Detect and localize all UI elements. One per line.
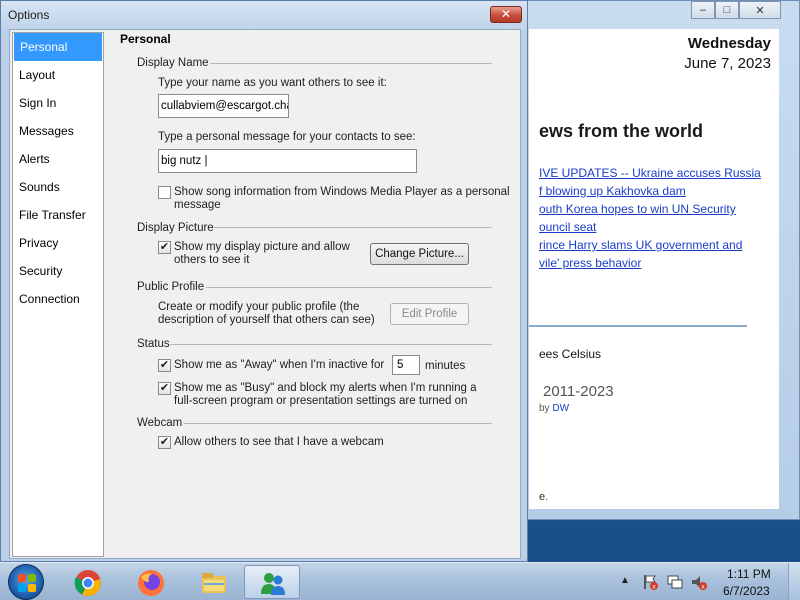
copyright-by-label: by — [539, 403, 550, 414]
options-body: Personal Layout Sign In Messages Alerts … — [9, 29, 521, 559]
news-link[interactable]: rince Harry slams UK government and — [539, 237, 769, 253]
news-heading: ews from the world — [539, 121, 704, 141]
taskbar-messenger[interactable] — [244, 565, 300, 599]
news-link[interactable]: f blowing up Kakhovka dam — [539, 183, 769, 199]
edit-profile-button[interactable]: Edit Profile — [390, 303, 469, 325]
away-label: Show me as "Away" when I'm inactive for — [174, 359, 385, 371]
section-divider — [210, 63, 492, 64]
copyright-link[interactable]: DW — [552, 403, 569, 414]
nav-item-sounds[interactable]: Sounds — [13, 173, 103, 201]
news-link[interactable]: outh Korea hopes to win UN Security — [539, 201, 769, 217]
taskbar: ▲ x x 1:11 PM 6/7/2023 — [0, 562, 800, 600]
trailing-text: e. — [539, 491, 549, 503]
song-info-line2: message — [174, 199, 221, 211]
personal-message-input[interactable]: big nutz | — [158, 149, 417, 173]
message-prompt: Type a personal message for your contact… — [158, 131, 416, 143]
busy-label: Show me as "Busy" and block my alerts wh… — [174, 382, 476, 408]
title-bar[interactable]: Options ✕ — [1, 1, 527, 29]
personal-panel: Personal Display Name Type your name as … — [114, 30, 520, 558]
away-minutes-input[interactable]: 5 — [392, 355, 420, 375]
section-divider — [214, 227, 492, 228]
close-button[interactable]: ✕ — [739, 1, 781, 19]
clock-date[interactable]: 6/7/2023 — [723, 584, 770, 598]
section-display-name: Display Name — [137, 57, 209, 69]
name-prompt: Type your name as you want others to see… — [158, 77, 387, 89]
news-links: IVE UPDATES -- Ukraine accuses Russia f … — [539, 165, 769, 273]
messenger-icon — [261, 573, 285, 595]
copyright-years: 2011-2023 — [543, 383, 614, 400]
song-info-line1: Show song information from Windows Media… — [174, 186, 510, 198]
start-button[interactable] — [8, 564, 44, 600]
show-hidden-icons-button[interactable]: ▲ — [620, 575, 630, 586]
section-status: Status — [137, 338, 170, 350]
divider — [529, 325, 747, 327]
song-info-checkbox[interactable] — [158, 186, 171, 199]
options-window: Options ✕ Personal Layout Sign In Messag… — [0, 0, 528, 562]
nav-item-alerts[interactable]: Alerts — [13, 145, 103, 173]
news-link[interactable]: ouncil seat — [539, 219, 769, 235]
section-divider — [170, 344, 492, 345]
background-news-window: – □ ✕ ews from the world IVE UPDATES -- … — [500, 0, 800, 520]
taskbar-file-explorer[interactable] — [186, 565, 242, 599]
taskbar-chrome[interactable] — [60, 565, 116, 599]
nav-item-layout[interactable]: Layout — [13, 61, 103, 89]
copyright-by: by DW — [539, 403, 569, 414]
news-content: ews from the world IVE UPDATES -- Ukrain… — [529, 29, 779, 509]
svg-text:x: x — [652, 584, 656, 591]
news-link[interactable]: IVE UPDATES -- Ukraine accuses Russia — [539, 165, 769, 181]
show-desktop-button[interactable] — [788, 563, 800, 600]
webcam-label: Allow others to see that I have a webcam — [174, 436, 384, 448]
section-webcam: Webcam — [137, 417, 183, 429]
change-picture-button[interactable]: Change Picture... — [370, 243, 469, 265]
panel-title: Personal — [120, 32, 171, 46]
busy-line2: full-screen program or presentation sett… — [174, 395, 468, 407]
nav-item-connection[interactable]: Connection — [13, 285, 103, 313]
show-picture-line2: others to see it — [174, 254, 250, 266]
section-display-picture: Display Picture — [137, 222, 214, 234]
maximize-button[interactable]: □ — [715, 1, 739, 19]
nav-item-sign-in[interactable]: Sign In — [13, 89, 103, 117]
volume-muted-icon[interactable]: x — [690, 573, 708, 591]
nav-item-security[interactable]: Security — [13, 257, 103, 285]
section-divider — [184, 423, 492, 424]
network-icon[interactable] — [666, 573, 684, 591]
full-date: June 7, 2023 — [684, 55, 771, 72]
action-center-flag-icon[interactable]: x — [641, 573, 659, 591]
nav-item-file-transfer[interactable]: File Transfer — [13, 201, 103, 229]
news-link[interactable]: vile' press behavior — [539, 255, 769, 271]
section-divider — [206, 287, 492, 288]
firefox-icon — [138, 570, 164, 596]
nav-item-personal[interactable]: Personal — [14, 33, 102, 61]
weather-text: ees Celsius — [539, 347, 602, 361]
window-controls: – □ ✕ — [691, 1, 781, 19]
chrome-icon — [74, 570, 101, 596]
show-picture-label: Show my display picture and allow others… — [174, 241, 350, 267]
section-public-profile: Public Profile — [137, 281, 205, 293]
close-button[interactable]: ✕ — [490, 6, 522, 23]
away-checkbox[interactable]: ✔ — [158, 359, 171, 372]
window-title: Options — [8, 8, 50, 22]
weekday: Wednesday — [687, 35, 771, 52]
webcam-checkbox[interactable]: ✔ — [158, 436, 171, 449]
taskbar-firefox[interactable] — [123, 565, 179, 599]
svg-text:x: x — [701, 584, 705, 591]
song-info-label: Show song information from Windows Media… — [174, 186, 510, 212]
display-name-input[interactable]: cullabviem@escargot.chat — [158, 94, 289, 118]
minutes-label: minutes — [425, 360, 466, 372]
nav-item-messages[interactable]: Messages — [13, 117, 103, 145]
busy-line1: Show me as "Busy" and block my alerts wh… — [174, 382, 477, 394]
file-explorer-icon — [202, 573, 226, 593]
clock-time[interactable]: 1:11 PM — [727, 567, 771, 581]
show-picture-line1: Show my display picture and allow — [174, 241, 350, 253]
minimize-button[interactable]: – — [691, 1, 715, 19]
public-profile-description: Create or modify your public profile (th… — [158, 301, 375, 327]
show-picture-checkbox[interactable]: ✔ — [158, 241, 171, 254]
category-list: Personal Layout Sign In Messages Alerts … — [12, 32, 104, 557]
busy-checkbox[interactable]: ✔ — [158, 382, 171, 395]
profile-desc-line1: Create or modify your public profile (th… — [158, 301, 360, 313]
windows-logo-icon — [18, 574, 36, 592]
nav-item-privacy[interactable]: Privacy — [13, 229, 103, 257]
profile-desc-line2: description of yourself that others can … — [158, 314, 375, 326]
